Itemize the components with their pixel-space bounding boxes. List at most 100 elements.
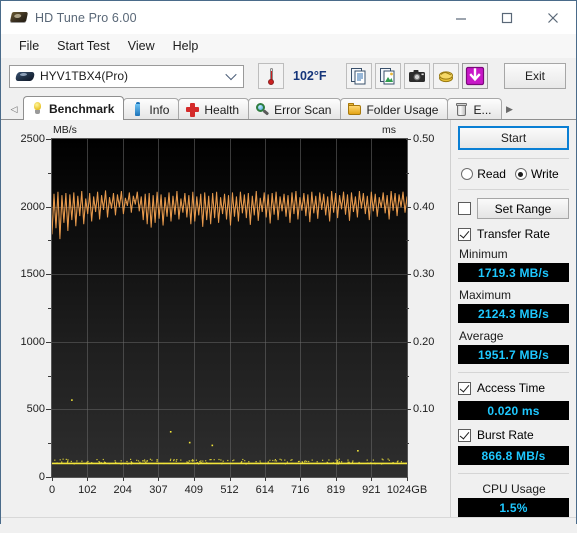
x-axis-tick-label: 307 (149, 484, 167, 496)
tab-benchmark-label: Benchmark (49, 102, 114, 116)
folder-icon (348, 103, 361, 117)
x-axis-tick (265, 477, 266, 481)
status-bar (1, 517, 576, 533)
temperature-indicator[interactable] (258, 63, 284, 89)
transfer-rate-row: Transfer Rate (458, 227, 569, 241)
y-axis-tick (46, 139, 51, 140)
y-axis-tick (46, 477, 51, 478)
x-axis-tick (194, 477, 195, 481)
lightbulb-icon (31, 102, 44, 116)
divider (458, 189, 569, 190)
access-time-row: Access Time (458, 381, 569, 395)
chevron-down-icon (227, 71, 236, 80)
app-icon (11, 9, 28, 26)
y2-axis-unit-label: ms (382, 124, 396, 136)
tab-erase-label: E... (473, 103, 491, 117)
options-button[interactable] (433, 63, 459, 89)
minimize-button[interactable] (438, 1, 484, 34)
tab-scroll-right-button[interactable]: ▶ (501, 98, 519, 120)
y2-axis-tick-label: 0.20 (413, 336, 453, 348)
divider (458, 473, 569, 474)
menu-bar: File Start Test View Help (1, 34, 576, 58)
x-axis-tick (407, 477, 408, 481)
y-axis-minor-tick (48, 443, 51, 444)
screenshot-button[interactable] (404, 63, 430, 89)
y-axis-minor-tick (48, 308, 51, 309)
minimum-value: 1719.3 MB/s (458, 263, 569, 282)
burst-rate-value: 866.8 MB/s (458, 446, 569, 465)
title-bar: HD Tune Pro 6.00 (1, 1, 576, 34)
tab-scroll-left-button[interactable]: ◁ (5, 98, 23, 120)
chart-svg (52, 139, 407, 477)
drive-select-value: HYV1TBX4(Pro) (40, 69, 128, 83)
tab-error-scan-label: Error Scan (274, 103, 331, 117)
set-range-row: Set Range (458, 198, 569, 219)
y2-axis-tick (406, 409, 411, 410)
tab-info[interactable]: Info (123, 98, 179, 120)
copy-image-button[interactable] (375, 63, 401, 89)
tab-health[interactable]: Health (178, 98, 249, 120)
y-axis-tick-label: 2500 (5, 133, 45, 145)
y2-axis-tick-label: 0.50 (413, 133, 453, 145)
tab-bar: ◁ Benchmark Info Health Error Scan Folde… (1, 94, 576, 120)
y-axis-tick (46, 274, 51, 275)
menu-help[interactable]: Help (164, 36, 208, 56)
set-range-button[interactable]: Set Range (477, 198, 569, 219)
average-label: Average (459, 329, 569, 343)
maximum-value: 2124.3 MB/s (458, 304, 569, 323)
y2-axis-tick (406, 342, 411, 343)
y-axis-tick (46, 409, 51, 410)
y-axis-minor-tick (48, 240, 51, 241)
magnifier-icon (256, 103, 269, 117)
burst-rate-checkbox[interactable] (458, 429, 471, 442)
start-button[interactable]: Start (458, 126, 569, 150)
copy-text-button[interactable] (346, 63, 372, 89)
x-axis-tick-label: 0 (49, 484, 55, 496)
tab-folder-usage[interactable]: Folder Usage (340, 98, 448, 120)
x-axis-tick-label: 921 (362, 484, 380, 496)
x-axis-tick (230, 477, 231, 481)
x-axis-tick (300, 477, 301, 481)
y2-axis-minor-tick (406, 308, 409, 309)
tab-erase[interactable]: E... (447, 98, 501, 120)
save-button[interactable] (462, 63, 488, 89)
write-radio[interactable] (515, 168, 527, 180)
red-cross-icon (186, 103, 199, 117)
content-area: MB/s ms 050010001500200025000.100.200.30… (1, 119, 576, 517)
transfer-rate-checkbox[interactable] (458, 228, 471, 241)
y-axis-minor-tick (48, 376, 51, 377)
menu-file[interactable]: File (10, 36, 48, 56)
menu-view[interactable]: View (119, 36, 164, 56)
average-value: 1951.7 MB/s (458, 345, 569, 364)
set-range-checkbox[interactable] (458, 202, 471, 215)
exit-button[interactable]: Exit (504, 63, 566, 89)
close-button[interactable] (530, 1, 576, 34)
y-axis-tick-label: 2000 (5, 201, 45, 213)
access-time-label: Access Time (477, 381, 545, 395)
divider (458, 158, 569, 159)
toolbar-buttons (346, 63, 488, 89)
tab-benchmark[interactable]: Benchmark (23, 96, 124, 120)
tab-info-label: Info (149, 103, 169, 117)
cpu-usage-label: CPU Usage (459, 482, 569, 496)
access-time-checkbox[interactable] (458, 382, 471, 395)
toolbar: HYV1TBX4(Pro) 102°F (1, 58, 576, 94)
control-panel: Start Read Write Set Range Transfer Rate… (450, 120, 576, 517)
thermometer-icon (267, 68, 275, 85)
read-radio[interactable] (461, 168, 473, 180)
x-axis-tick (158, 477, 159, 481)
y2-axis-minor-tick (406, 376, 409, 377)
x-axis-tick (52, 477, 53, 481)
hard-disk-icon (16, 71, 34, 82)
burst-rate-label: Burst Rate (477, 428, 534, 442)
burst-rate-row: Burst Rate (458, 428, 569, 442)
y-axis-unit-label: MB/s (53, 124, 77, 136)
maximize-button[interactable] (484, 1, 530, 34)
menu-start-test[interactable]: Start Test (48, 36, 119, 56)
tab-error-scan[interactable]: Error Scan (248, 98, 341, 120)
benchmark-chart (51, 138, 408, 478)
y2-axis-minor-tick (406, 443, 409, 444)
benchmark-graph-pane: MB/s ms 050010001500200025000.100.200.30… (1, 120, 450, 517)
drive-select[interactable]: HYV1TBX4(Pro) (9, 65, 244, 88)
window-title: HD Tune Pro 6.00 (35, 11, 137, 25)
